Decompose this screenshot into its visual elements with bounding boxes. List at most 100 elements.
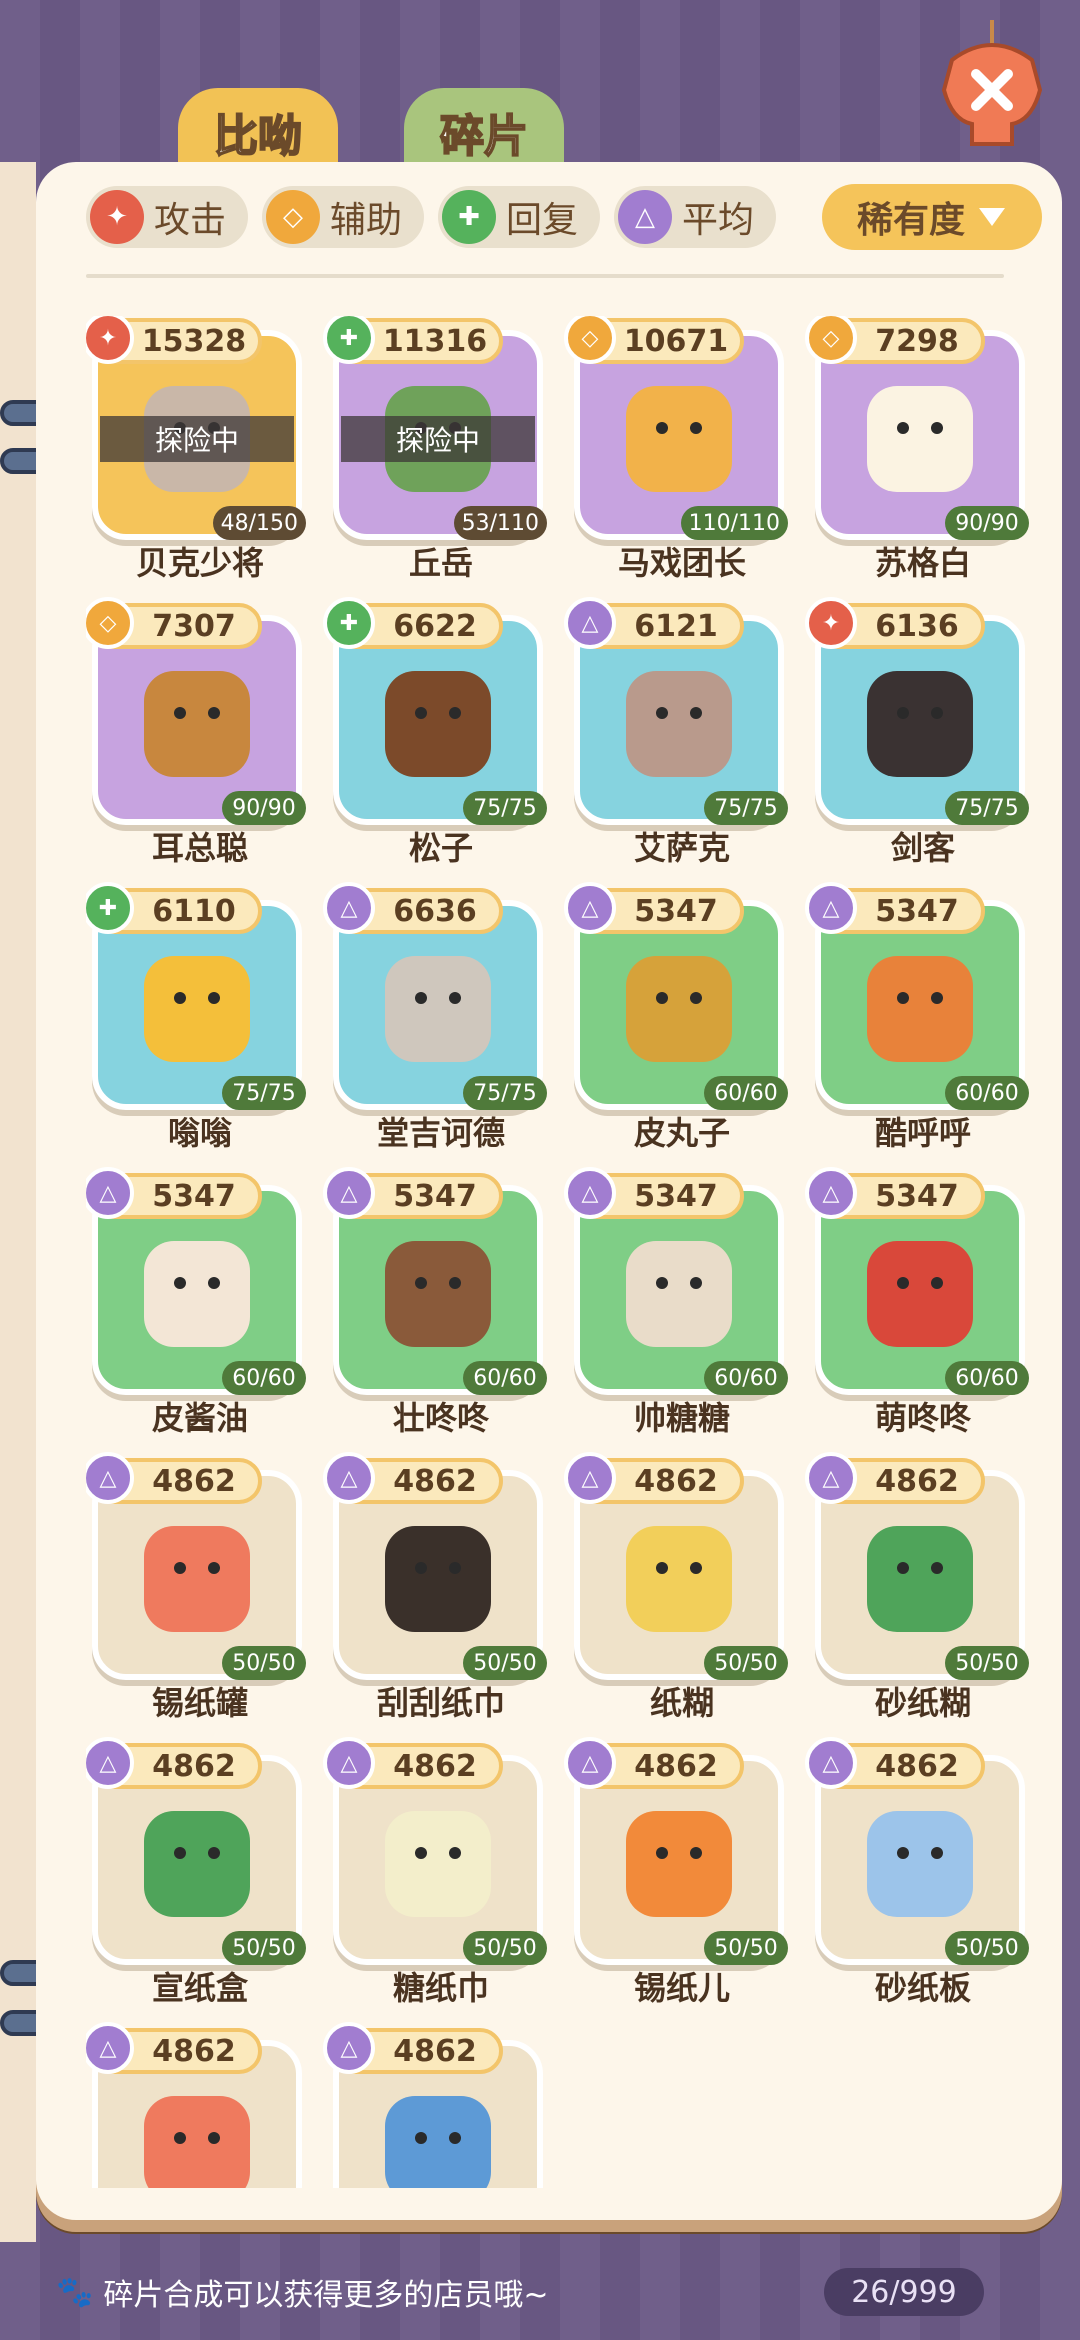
- character-card[interactable]: 6622 ✚ 75/75 松子: [323, 597, 555, 871]
- power-value: 6136: [875, 608, 959, 644]
- character-art: [867, 1241, 973, 1347]
- power-value: 10671: [623, 323, 729, 359]
- filter-heal[interactable]: ✚ 回复: [438, 186, 601, 248]
- power-value: 6622: [393, 608, 477, 644]
- character-art: [144, 956, 250, 1062]
- fragment-count: 60/60: [463, 1361, 547, 1395]
- character-card[interactable]: 5347 △ 60/60 酷呼呼: [805, 882, 1037, 1156]
- character-art: [385, 671, 491, 777]
- character-card[interactable]: 10671 ◇ 110/110 马戏团长: [564, 316, 796, 586]
- sort-rarity-button[interactable]: 稀有度: [822, 184, 1042, 250]
- fragment-count: 75/75: [463, 1076, 547, 1110]
- balanced-icon: △: [323, 882, 375, 934]
- chevron-down-icon: [979, 208, 1005, 226]
- character-card[interactable]: 6110 ✚ 75/75 嗡嗡: [86, 882, 314, 1156]
- filter-label: 辅助: [330, 200, 403, 241]
- power-value: 11316: [382, 323, 488, 359]
- character-art: [144, 671, 250, 777]
- character-card[interactable]: 5347 △ 60/60 皮酱油: [86, 1167, 314, 1441]
- character-card[interactable]: 4862 △ 50/50 宣纸盒: [86, 1737, 314, 2011]
- character-name: 锡纸儿: [633, 1969, 730, 2007]
- character-art: [867, 386, 973, 492]
- character-card[interactable]: 15328 ✦ 探险中 48/150 贝克少将: [86, 316, 314, 586]
- filter-label: 回复: [506, 200, 579, 241]
- character-card[interactable]: 4862 △ 50/50 砂纸板: [805, 1737, 1037, 2011]
- character-card[interactable]: 4862 △ 50/50 锡纸儿: [564, 1737, 796, 2011]
- adventure-status: 探险中: [100, 416, 294, 462]
- filter-balanced[interactable]: △ 平均: [614, 186, 777, 248]
- character-art: [385, 1241, 491, 1347]
- filter-support[interactable]: ◇ 辅助: [262, 186, 425, 248]
- character-name: 萌咚咚: [874, 1399, 971, 1437]
- character-card[interactable]: 4862 △ 50/50 糖纸巾: [323, 1737, 555, 2011]
- attack-icon: ✦: [90, 190, 144, 244]
- balanced-icon: △: [323, 2022, 375, 2074]
- hint-text: 🐾 碎片合成可以获得更多的店员哦~: [56, 2270, 549, 2314]
- character-art: [867, 956, 973, 1062]
- character-name: 刮刮纸巾: [376, 1684, 505, 1722]
- fragment-count: 90/90: [222, 791, 306, 825]
- close-button[interactable]: [932, 20, 1052, 150]
- character-art: [867, 1526, 973, 1632]
- character-art: [144, 1241, 250, 1347]
- character-name: 耳总聪: [151, 829, 248, 867]
- power-value: 4862: [393, 1463, 477, 1499]
- character-name: 帅糖糖: [633, 1399, 730, 1437]
- filter-attack[interactable]: ✦ 攻击: [86, 186, 249, 248]
- character-card[interactable]: 5347 △ 60/60 帅糖糖: [564, 1167, 796, 1441]
- character-name: 砂纸糊: [874, 1684, 971, 1722]
- power-value: 4862: [152, 1748, 236, 1784]
- character-name: 宣纸盒: [151, 1969, 248, 2007]
- character-card[interactable]: 4862 △ 50/50 纸糊: [564, 1452, 796, 1726]
- power-value: 5347: [393, 1178, 477, 1214]
- power-value: 4862: [152, 2033, 236, 2069]
- fragment-count: 50/50: [222, 1931, 306, 1965]
- character-name: 皮酱油: [151, 1399, 248, 1437]
- balanced-icon: △: [564, 1737, 616, 1789]
- character-art: [626, 671, 732, 777]
- character-card[interactable]: 11316 ✚ 探险中 53/110 丘岳: [323, 316, 555, 586]
- collection-counter: 26/999: [824, 2268, 984, 2316]
- character-name: 马戏团长: [617, 544, 746, 582]
- fragment-count: 110/110: [680, 506, 788, 540]
- power-value: 4862: [634, 1748, 718, 1784]
- character-card[interactable]: 7307 ◇ 90/90 耳总聪: [86, 597, 314, 871]
- character-card[interactable]: 4862 △ 50/50 刮刮纸巾: [323, 1452, 555, 1726]
- power-value: 5347: [634, 1178, 718, 1214]
- fragment-count: 60/60: [704, 1076, 788, 1110]
- character-card[interactable]: 4862 △: [86, 2022, 314, 2188]
- character-name: 堂吉诃德: [376, 1114, 505, 1152]
- character-name: 纸糊: [649, 1684, 714, 1722]
- fragment-count: 60/60: [704, 1361, 788, 1395]
- character-card[interactable]: 5347 △ 60/60 萌咚咚: [805, 1167, 1037, 1441]
- character-name: 松子: [408, 829, 473, 867]
- character-card[interactable]: 4862 △: [323, 2022, 555, 2188]
- character-card[interactable]: 4862 △ 50/50 锡纸罐: [86, 1452, 314, 1726]
- character-card[interactable]: 6636 △ 75/75 堂吉诃德: [323, 882, 555, 1156]
- power-value: 4862: [393, 1748, 477, 1784]
- character-card[interactable]: 6121 △ 75/75 艾萨克: [564, 597, 796, 871]
- power-value: 4862: [875, 1463, 959, 1499]
- fragment-count: 60/60: [945, 1076, 1029, 1110]
- character-card[interactable]: 6136 ✦ 75/75 剑客: [805, 597, 1037, 871]
- character-card[interactable]: 5347 △ 60/60 壮咚咚: [323, 1167, 555, 1441]
- character-art: [867, 1811, 973, 1917]
- fragment-count: 50/50: [704, 1931, 788, 1965]
- hint-label: 碎片合成可以获得更多的店员哦~: [103, 2278, 549, 2313]
- balanced-icon: △: [564, 597, 616, 649]
- fragment-count: 60/60: [945, 1361, 1029, 1395]
- character-card[interactable]: 4862 △ 50/50 砂纸糊: [805, 1452, 1037, 1726]
- character-card[interactable]: 5347 △ 60/60 皮丸子: [564, 882, 796, 1156]
- character-art: [626, 1241, 732, 1347]
- character-name: 锡纸罐: [151, 1684, 248, 1722]
- power-value: 4862: [393, 2033, 477, 2069]
- character-card[interactable]: 7298 ◇ 90/90 苏格白: [805, 316, 1037, 586]
- sort-label: 稀有度: [856, 200, 965, 241]
- power-value: 6110: [152, 893, 236, 929]
- balanced-icon: △: [323, 1452, 375, 1504]
- fragment-count: 60/60: [222, 1361, 306, 1395]
- fragment-count: 50/50: [463, 1931, 547, 1965]
- power-value: 6121: [634, 608, 718, 644]
- paw-icon: 🐾: [56, 2274, 94, 2310]
- character-name: 艾萨克: [633, 829, 730, 867]
